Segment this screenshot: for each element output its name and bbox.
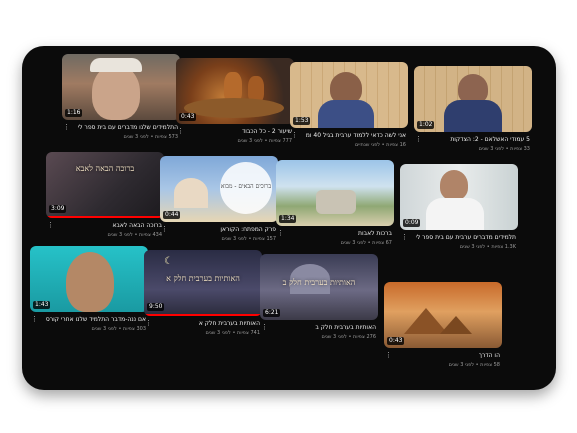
video-title[interactable]: הו הדרך [400,352,500,360]
video-title[interactable]: פרק המפתח: הקוראן [176,226,276,234]
duration-badge: 1:43 [33,301,51,309]
video-card[interactable]: 1:43 ⋮ אם ננה-מדבר התלמיד שלנו אחרי קורס… [30,246,148,342]
duration-badge: 3:09 [49,205,67,213]
video-meta: 58 צפיות • לפני 3 שנים [448,362,500,368]
pyramid-shape [440,316,472,334]
people-shape [316,190,356,214]
person-face [92,64,140,120]
video-thumbnail[interactable]: 1:34 [276,160,394,226]
duration-badge: 1:34 [279,215,297,223]
video-grid: 1:16 ⋮ התלמידים שלנו מדברים עם בית ספר ל… [22,46,556,390]
video-meta: 276 צפיות • לפני 3 שנים [321,334,376,340]
video-meta: 157 צפיות • לפני 3 שנים [221,236,276,242]
person [440,170,468,200]
video-thumbnail[interactable]: 0:43 [384,282,502,348]
video-thumbnail[interactable]: ברוכים הבאים - מבוא 0:44 [160,156,278,222]
video-card[interactable]: 1:16 ⋮ התלמידים שלנו מדברים עם בית ספר ל… [62,54,180,150]
thumbnail-caption: ברוכים הבאים - מבוא [220,183,272,190]
video-title[interactable]: אם ננה-מדבר התלמיד שלנו אחרי קורס של 22 … [46,316,146,324]
duration-badge: 0:43 [387,337,405,345]
video-thumbnail[interactable]: 1:16 [62,54,180,120]
video-meta: 434 צפיות • לפני 3 שנים [107,232,162,238]
more-options-icon[interactable]: ⋮ [31,315,38,323]
video-thumbnail[interactable]: 0:09 [400,164,518,230]
duration-badge: 1:02 [417,121,435,129]
more-options-icon[interactable]: ⋮ [277,229,284,237]
video-title[interactable]: האותיות בערבית חלק א [160,320,260,328]
video-card[interactable]: 0:43 ⋮ הו הדרך 58 צפיות • לפני 3 שנים [384,282,502,378]
more-options-icon[interactable]: ⋮ [177,127,184,135]
duration-badge: 1:53 [293,117,311,125]
more-options-icon[interactable]: ⋮ [261,323,268,331]
more-options-icon[interactable]: ⋮ [47,221,54,229]
video-meta: 1.3K צפיות • לפני 3 שנים [459,244,516,250]
person-face [66,252,114,312]
video-title[interactable]: שיעור 2 - כל הכבוד [192,128,292,136]
video-thumbnail[interactable]: 0:43 [176,58,294,124]
tray-shape [184,98,284,118]
duration-badge: 9:50 [147,303,165,311]
video-title[interactable]: התלמידים שלנו מדברים עם בית ספר לי רעות [78,124,178,132]
more-options-icon[interactable]: ⋮ [401,233,408,241]
duration-badge: 0:43 [179,113,197,121]
video-thumbnail[interactable]: 1:53 [290,62,408,128]
video-thumbnail[interactable]: ברוכה הבאה לאבא 3:09 [46,152,164,218]
more-options-icon[interactable]: ⋮ [291,131,298,139]
shirt [444,100,502,132]
thumbnail-caption: האותיות בערבית חלק ב [282,278,356,287]
thumbnail-caption: האותיות בערבית חלק א [166,274,240,283]
video-thumbnail[interactable]: האותיות בערבית חלק ב 6:21 [260,254,378,320]
cap [90,58,142,72]
video-card[interactable]: האותיות בערבית חלק ב 6:21 ⋮ האותיות בערב… [260,254,378,350]
duration-badge: 1:16 [65,109,83,117]
video-thumbnail[interactable]: 1:43 [30,246,148,312]
moon-icon: ☾ [164,256,173,267]
video-meta: 303 צפיות • לפני 3 שנים [91,326,146,332]
video-card[interactable]: 1:02 ⋮ 5 עמודי האשלאם - 2: הצדקות 33 צפי… [414,66,532,162]
video-card[interactable]: 0:09 ⋮ תלמידים מדברים ערבית עם בית ספר ל… [400,164,518,260]
video-title[interactable]: אני לשה כדאי ללמוד ערבית בגיל 40 ומתעכב … [306,132,406,140]
video-card[interactable]: 1:34 ⋮ ברכות לאבות 67 צפיות • לפני 3 שני… [276,160,394,256]
video-title[interactable]: 5 עמודי האשלאם - 2: הצדקות [430,136,530,144]
video-meta: 16 צפיות • לפני שנתיים [354,142,406,148]
video-title[interactable]: ברוכה הבאה לאבא [62,222,162,230]
more-options-icon[interactable]: ⋮ [385,351,392,359]
video-card[interactable]: ☾ האותיות בערבית חלק א 9:50 ⋮ האותיות בע… [144,250,262,346]
duration-badge: 0:09 [403,219,421,227]
video-card[interactable]: ברוכה הבאה לאבא 3:09 ⋮ ברוכה הבאה לאבא 4… [46,152,164,248]
video-card[interactable]: 1:53 ⋮ אני לשה כדאי ללמוד ערבית בגיל 40 … [290,62,408,158]
duration-badge: 6:21 [263,309,281,317]
lab-coat [426,198,484,230]
video-meta: 33 צפיות • לפני 3 שנים [478,146,530,152]
tablet-frame: 1:16 ⋮ התלמידים שלנו מדברים עם בית ספר ל… [22,46,556,390]
thumbnail-caption: ברוכה הבאה לאבא [75,164,135,173]
video-meta: 741 צפיות • לפני 3 שנים [205,330,260,336]
video-card[interactable]: 0:43 ⋮ שיעור 2 - כל הכבוד 777 צפיות • לפ… [176,58,294,154]
video-meta: 67 צפיות • לפני 3 שנים [340,240,392,246]
video-card[interactable]: ברוכים הבאים - מבוא 0:44 ⋮ פרק המפתח: הק… [160,156,278,252]
duration-badge: 0:44 [163,211,181,219]
video-title[interactable]: תלמידים מדברים ערבית עם בית ספר לי רעות [416,234,516,242]
more-options-icon[interactable]: ⋮ [63,123,70,131]
video-thumbnail[interactable]: 1:02 [414,66,532,132]
video-title[interactable]: האותיות בערבית חלק ב [276,324,376,332]
video-meta: 573 צפיות • לפני 3 שנים [123,134,178,140]
video-thumbnail[interactable]: ☾ האותיות בערבית חלק א 9:50 [144,250,262,316]
taj-mahal-shape [174,178,208,208]
more-options-icon[interactable]: ⋮ [415,135,422,143]
more-options-icon[interactable]: ⋮ [161,225,168,233]
video-meta: 777 צפיות • לפני 3 שנים [237,138,292,144]
more-options-icon[interactable]: ⋮ [145,319,152,327]
video-title[interactable]: ברכות לאבות [292,230,392,238]
shirt [318,100,374,128]
